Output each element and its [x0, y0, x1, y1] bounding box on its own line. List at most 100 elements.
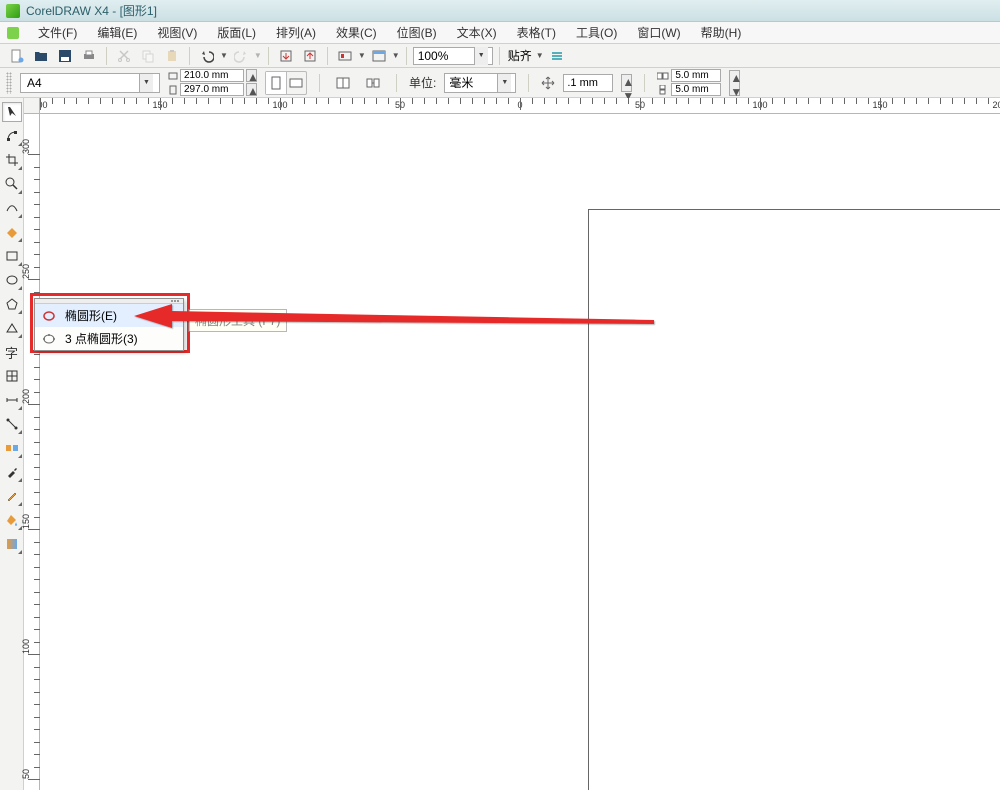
menu-bar: 文件(F) 编辑(E) 视图(V) 版面(L) 排列(A) 效果(C) 位图(B… [0, 22, 1000, 44]
toolbar-grip[interactable] [6, 72, 12, 94]
menu-window[interactable]: 窗口(W) [627, 22, 690, 43]
new-button[interactable] [6, 46, 28, 66]
flyout-item-label: 椭圆形(E) [65, 307, 117, 324]
app-launcher-button[interactable] [334, 46, 356, 66]
menu-view[interactable]: 视图(V) [147, 22, 207, 43]
paper-size-select[interactable]: A4 ▼ [20, 73, 160, 93]
ruler-corner[interactable] [24, 98, 40, 114]
smart-fill-tool[interactable] [2, 222, 22, 242]
horizontal-ruler[interactable]: 20015010050050100150200 [40, 98, 1000, 114]
redo-dropdown[interactable]: ▼ [254, 51, 262, 60]
paste-button[interactable] [161, 46, 183, 66]
export-button[interactable] [299, 46, 321, 66]
height-icon [168, 85, 178, 95]
unit-label: 单位: [409, 74, 436, 91]
nudge-spinner[interactable]: ▲▼ [621, 74, 632, 92]
crop-tool[interactable] [2, 150, 22, 170]
flyout-item-3point-ellipse[interactable]: 3 点椭圆形(3) [35, 327, 183, 350]
page-height-input[interactable] [180, 83, 244, 96]
page-outline [588, 209, 1000, 790]
unit-select[interactable]: 毫米 ▼ [444, 73, 516, 93]
fill-tool[interactable] [2, 510, 22, 530]
outline-tool[interactable] [2, 486, 22, 506]
unit-value: 毫米 [449, 74, 473, 91]
canvas[interactable] [40, 114, 1000, 790]
text-tool[interactable]: 字 [2, 342, 22, 362]
menu-layout[interactable]: 版面(L) [207, 22, 266, 43]
tooltip: 椭圆形工具 (F7) [188, 309, 287, 332]
menu-arrange[interactable]: 排列(A) [266, 22, 326, 43]
zoom-tool[interactable] [2, 174, 22, 194]
dup-y-input[interactable] [671, 83, 721, 96]
flyout-item-label: 3 点椭圆形(3) [65, 330, 138, 347]
nudge-icon [541, 76, 555, 90]
copy-button[interactable] [137, 46, 159, 66]
height-spinner[interactable]: ▲▼ [246, 83, 257, 96]
dup-spinner[interactable]: ▲▼ [729, 70, 740, 96]
window-title: CorelDRAW X4 - [图形1] [26, 2, 157, 19]
print-button[interactable] [78, 46, 100, 66]
redo-button[interactable] [230, 46, 252, 66]
title-bar: CorelDRAW X4 - [图形1] [0, 0, 1000, 22]
menu-help[interactable]: 帮助(H) [691, 22, 752, 43]
portrait-button[interactable] [266, 72, 287, 94]
chevron-down-icon[interactable]: ▼ [497, 74, 511, 92]
menu-tools[interactable]: 工具(O) [566, 22, 627, 43]
flyout-item-ellipse[interactable]: 椭圆形(E) [35, 304, 183, 327]
shape-tool[interactable] [2, 126, 22, 146]
page-dimensions: ▲▼ ▲▼ [168, 69, 257, 96]
property-separator [396, 74, 397, 92]
property-bar: A4 ▼ ▲▼ ▲▼ 单位: 毫米 ▼ ▲▼ [0, 68, 1000, 98]
eyedropper-tool[interactable] [2, 462, 22, 482]
menu-bitmap[interactable]: 位图(B) [387, 22, 447, 43]
nudge-input[interactable] [563, 74, 613, 92]
width-spinner[interactable]: ▲▼ [246, 69, 257, 82]
basic-shapes-tool[interactable] [2, 318, 22, 338]
app-launcher-dropdown[interactable]: ▼ [358, 51, 366, 60]
menu-edit[interactable]: 编辑(E) [87, 22, 147, 43]
cut-button[interactable] [113, 46, 135, 66]
polygon-tool[interactable] [2, 294, 22, 314]
import-button[interactable] [275, 46, 297, 66]
vertical-ruler[interactable]: 30025020015010050 [24, 114, 40, 790]
connector-tool[interactable] [2, 414, 22, 434]
landscape-button[interactable] [287, 72, 307, 94]
menu-text[interactable]: 文本(X) [447, 22, 507, 43]
pick-tool[interactable] [2, 102, 22, 122]
table-tool[interactable] [2, 366, 22, 386]
page-width-input[interactable] [180, 69, 244, 82]
menu-table[interactable]: 表格(T) [507, 22, 566, 43]
options-button[interactable] [546, 46, 568, 66]
chevron-down-icon[interactable]: ▼ [474, 47, 488, 65]
menu-file[interactable]: 文件(F) [28, 22, 87, 43]
menu-effects[interactable]: 效果(C) [326, 22, 387, 43]
interactive-blend-tool[interactable] [2, 438, 22, 458]
ellipse-tool[interactable] [2, 270, 22, 290]
snap-dropdown[interactable]: ▼ [536, 51, 544, 60]
toolbar-separator [406, 47, 407, 65]
work-area: 20015010050050100150200 3002502001501005… [24, 98, 1000, 790]
zoom-select[interactable]: 100% ▼ [413, 47, 493, 65]
undo-button[interactable] [196, 46, 218, 66]
pages-button[interactable] [332, 73, 354, 93]
main-area: 字 20015010050050100150200 30025020015010… [0, 98, 1000, 790]
app-menu-icon[interactable] [4, 25, 22, 41]
dup-x-input[interactable] [671, 69, 721, 82]
welcome-dropdown[interactable]: ▼ [392, 51, 400, 60]
freehand-tool[interactable] [2, 198, 22, 218]
property-separator [319, 74, 320, 92]
ellipse-icon [41, 308, 57, 324]
open-button[interactable] [30, 46, 52, 66]
rectangle-tool[interactable] [2, 246, 22, 266]
welcome-button[interactable] [368, 46, 390, 66]
chevron-down-icon[interactable]: ▼ [139, 74, 153, 92]
orientation-group [265, 71, 307, 95]
save-button[interactable] [54, 46, 76, 66]
toolbar-separator [189, 47, 190, 65]
property-separator [528, 74, 529, 92]
pages-flow-button[interactable] [362, 73, 384, 93]
undo-dropdown[interactable]: ▼ [220, 51, 228, 60]
property-separator [644, 74, 645, 92]
dimension-tool[interactable] [2, 390, 22, 410]
interactive-fill-tool[interactable] [2, 534, 22, 554]
